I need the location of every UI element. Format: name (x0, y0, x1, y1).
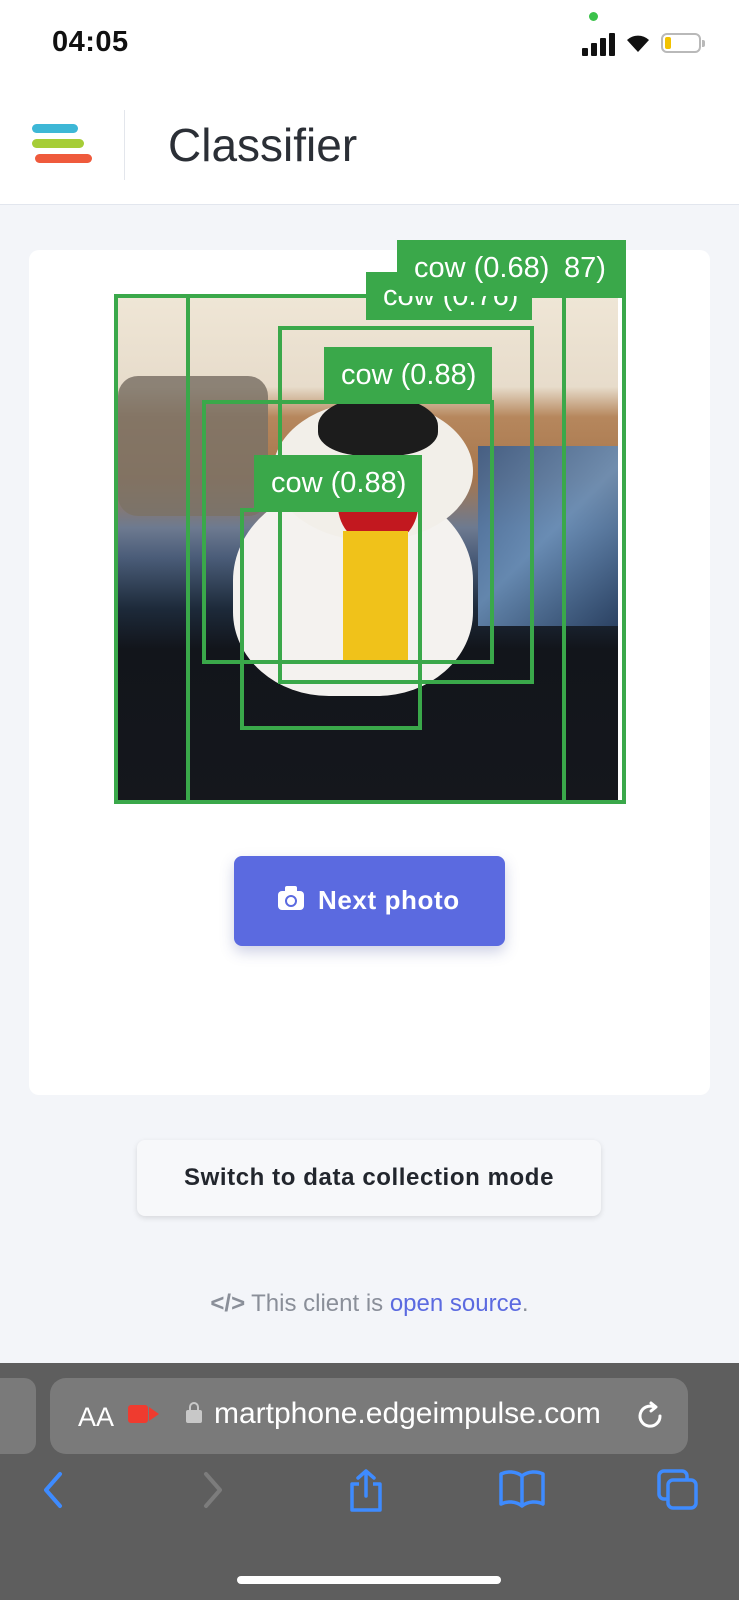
lock-icon (186, 1402, 202, 1423)
code-icon: </> (210, 1290, 246, 1317)
tabs-icon[interactable] (656, 1468, 700, 1512)
app-header (0, 90, 739, 205)
wifi-icon (627, 35, 649, 52)
footer-text: This client is (251, 1290, 384, 1317)
edge-impulse-logo (32, 124, 92, 166)
reload-icon[interactable] (634, 1400, 666, 1432)
detection-label: cow (0.88) (324, 347, 492, 403)
cellular-signal-icon (582, 30, 618, 56)
bookmarks-icon[interactable] (498, 1468, 546, 1508)
next-photo-button[interactable]: Next photo (234, 856, 505, 946)
footer-note: </> This client is open source. (0, 1290, 739, 1318)
header-divider (124, 110, 125, 180)
next-photo-label: Next photo (318, 885, 460, 915)
switch-mode-button[interactable]: Switch to data collection mode (137, 1140, 601, 1216)
footer-period: . (521, 1290, 529, 1317)
url-text[interactable]: martphone.edgeimpulse.com (214, 1397, 601, 1431)
forward-icon[interactable] (198, 1468, 228, 1512)
camera-recording-icon[interactable] (128, 1405, 159, 1423)
camera-in-use-indicator (589, 12, 598, 21)
camera-icon (278, 886, 304, 910)
status-bar: 04:05 (0, 0, 739, 90)
share-icon[interactable] (346, 1468, 386, 1514)
detection-label: cow (0.68) (397, 240, 561, 296)
page-title: Classifier (168, 119, 358, 171)
detection-label: cow (0.88) (254, 455, 422, 511)
detection-box (240, 508, 422, 730)
open-source-link[interactable]: open source (390, 1290, 522, 1317)
text-size-button[interactable]: AA (78, 1402, 114, 1433)
previous-tab-edge[interactable] (0, 1378, 36, 1454)
detection-label: 87) (558, 240, 626, 296)
home-indicator[interactable] (237, 1576, 501, 1584)
battery-icon (661, 33, 705, 53)
back-icon[interactable] (38, 1468, 68, 1512)
clock: 04:05 (52, 26, 129, 58)
